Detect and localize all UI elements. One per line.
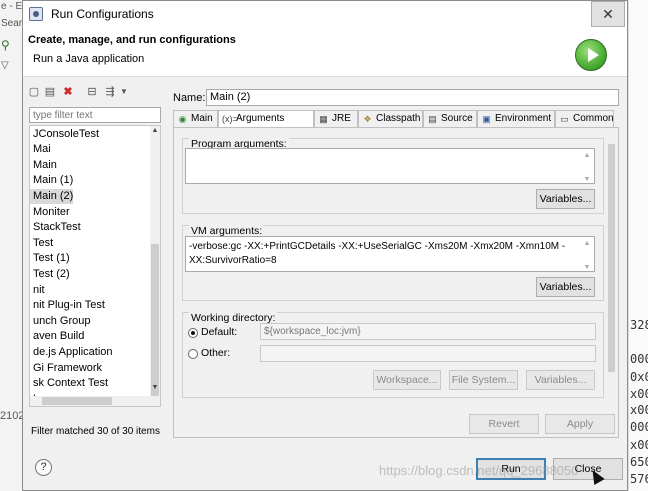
- header-title: Create, manage, and run configurations: [28, 34, 236, 46]
- tree-item-selected[interactable]: Main (2): [30, 189, 74, 204]
- tree-item[interactable]: nit: [30, 283, 45, 298]
- run-configurations-dialog: Run Configurations ✕ Create, manage, and…: [22, 0, 628, 491]
- default-radio[interactable]: [188, 328, 198, 338]
- vm-variables-button[interactable]: Variables...: [536, 277, 595, 297]
- run-icon: [575, 39, 607, 71]
- tree-item[interactable]: aven Build: [30, 329, 84, 344]
- other-radio[interactable]: [188, 349, 198, 359]
- tree-item[interactable]: sk Context Test: [30, 376, 108, 391]
- help-icon[interactable]: ?: [35, 459, 52, 476]
- vm-arguments-input[interactable]: -verbose:gc -XX:+PrintGCDetails -XX:+Use…: [185, 236, 595, 272]
- scroll-thumb[interactable]: [151, 244, 159, 396]
- tree-vertical-scrollbar[interactable]: ▲ ▼: [150, 126, 160, 406]
- classpath-icon: ❖: [363, 114, 372, 124]
- tree-item[interactable]: JConsoleTest: [30, 127, 99, 142]
- delete-icon[interactable]: ✖: [61, 85, 75, 99]
- name-label: Name:: [173, 92, 206, 104]
- workspace-button[interactable]: Workspace...: [373, 370, 441, 390]
- new-config-icon[interactable]: ▢: [27, 85, 41, 99]
- duplicate-icon[interactable]: ▤: [43, 85, 57, 99]
- tree-item[interactable]: Test (1): [30, 251, 70, 266]
- variables-button-disabled[interactable]: Variables...: [526, 370, 595, 390]
- program-variables-button[interactable]: Variables...: [536, 189, 595, 209]
- common-icon: ▭: [560, 114, 569, 124]
- filter-icon[interactable]: ⇶: [103, 85, 117, 99]
- tree-item[interactable]: unch Group: [30, 314, 90, 329]
- tree-item[interactable]: de.js Application: [30, 345, 113, 360]
- config-tabs: ◉ Main (x)= Arguments ▦ JRE ❖ Classpath …: [173, 110, 619, 128]
- title-bar[interactable]: Run Configurations ✕: [23, 1, 627, 27]
- other-label: Other:: [201, 347, 231, 359]
- tree-item[interactable]: Gi Framework: [30, 361, 102, 376]
- tree-item[interactable]: nit Plug-in Test: [30, 298, 105, 313]
- tree-item[interactable]: Main (1): [30, 173, 73, 188]
- tab-arguments[interactable]: (x)= Arguments: [218, 110, 314, 128]
- tree-horizontal-scrollbar[interactable]: [30, 396, 150, 406]
- other-dir-field[interactable]: [260, 345, 596, 362]
- main-tab-icon: ◉: [178, 114, 187, 124]
- tab-classpath[interactable]: ❖ Classpath: [358, 110, 423, 127]
- panel-scrollbar[interactable]: [606, 142, 617, 390]
- scroll-thumb[interactable]: [42, 397, 112, 405]
- collapse-all-icon[interactable]: ⊟: [85, 85, 99, 99]
- tree-item[interactable]: Main: [30, 158, 57, 173]
- program-arguments-input[interactable]: ▲ ▼: [185, 148, 595, 184]
- eclipse-app-icon: [29, 7, 43, 21]
- tab-common[interactable]: ▭ Common: [555, 110, 614, 127]
- arguments-panel: Program arguments: ▲ ▼ Variables... VM ar…: [173, 127, 619, 438]
- filter-status: Filter matched 30 of 30 items: [31, 426, 160, 437]
- apply-button[interactable]: Apply: [545, 414, 615, 434]
- bg-text: e - Ec: [1, 1, 22, 12]
- scroll-thumb[interactable]: [608, 144, 615, 372]
- revert-button[interactable]: Revert: [469, 414, 539, 434]
- vm-arguments-text: -verbose:gc -XX:+PrintGCDetails -XX:+Use…: [189, 241, 566, 266]
- filter-input[interactable]: [29, 107, 161, 123]
- close-window-button[interactable]: ✕: [591, 1, 625, 27]
- textarea-scrollbar[interactable]: ▲ ▼: [580, 149, 594, 183]
- default-dir-field: ${workspace_loc:jvm}: [260, 323, 596, 340]
- source-icon: ▤: [428, 114, 437, 124]
- tree-item[interactable]: Test (2): [30, 267, 70, 282]
- textarea-scrollbar[interactable]: ▲ ▼: [580, 237, 594, 271]
- bg-text: Searc: [1, 18, 22, 29]
- configuration-tree: JConsoleTest Mai Main Main (1) Main (2) …: [29, 125, 161, 407]
- header-subtitle: Run a Java application: [33, 53, 145, 65]
- default-label: Default:: [201, 326, 238, 338]
- jre-icon: ▦: [319, 114, 328, 124]
- name-field[interactable]: Main (2): [206, 89, 619, 106]
- environment-icon: ▣: [482, 114, 491, 124]
- tab-environment[interactable]: ▣ Environment: [477, 110, 555, 127]
- tree-item[interactable]: Moniter: [30, 205, 70, 220]
- background-console-right: 328 000 0x0 x00 x00 000 x00 650 576: [628, 0, 648, 491]
- dialog-title: Run Configurations: [51, 7, 154, 21]
- tree-item[interactable]: StackTest: [30, 220, 81, 235]
- tree-item[interactable]: Test: [30, 236, 53, 251]
- pin-icon: ⚲: [1, 38, 10, 52]
- dialog-header: Create, manage, and run configurations R…: [23, 27, 627, 77]
- tree-item[interactable]: Mai: [30, 142, 51, 157]
- chevron-down-icon[interactable]: ▼: [117, 85, 131, 99]
- tab-source[interactable]: ▤ Source: [423, 110, 477, 127]
- tab-jre[interactable]: ▦ JRE: [314, 110, 358, 127]
- chevron-down-icon: ▽: [1, 60, 9, 71]
- scroll-down-icon[interactable]: ▼: [150, 384, 160, 391]
- watermark: https://blog.csdn.net/qq_29688050: [379, 463, 579, 478]
- tab-main[interactable]: ◉ Main: [173, 110, 218, 127]
- file-system-button[interactable]: File System...: [449, 370, 518, 390]
- scroll-up-icon[interactable]: ▲: [150, 127, 160, 134]
- arguments-tab-icon: (x)=: [222, 114, 238, 124]
